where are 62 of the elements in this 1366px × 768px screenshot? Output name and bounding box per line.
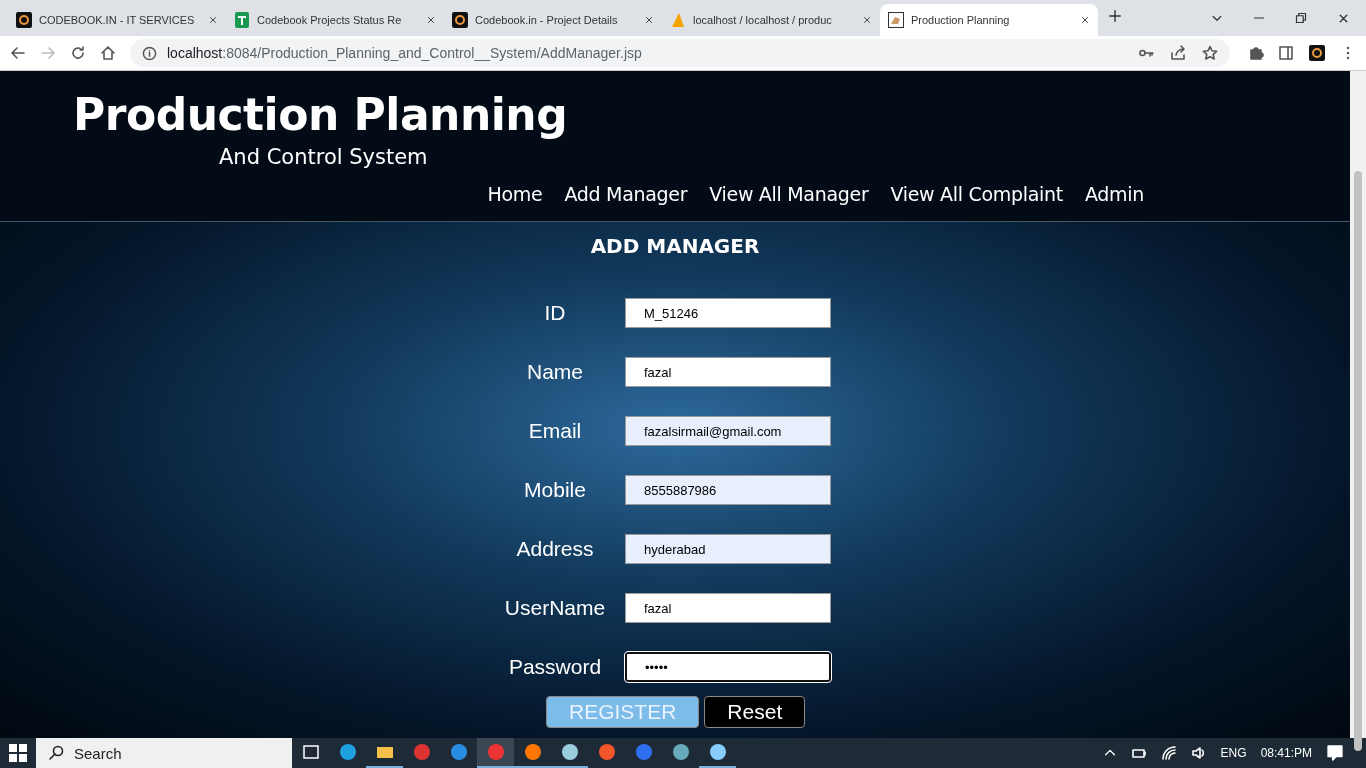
browser-tab[interactable]: Production Planning — [880, 4, 1098, 36]
search-icon — [48, 745, 64, 761]
input-field[interactable]: fazalsirmail@gmail.com — [625, 416, 831, 446]
input-field[interactable]: M_51246 — [625, 298, 831, 328]
favicon-icon — [234, 12, 250, 28]
favicon-icon — [670, 12, 686, 28]
browser-tab[interactable]: Codebook.in - Project Details — [444, 4, 662, 36]
taskbar-app[interactable] — [477, 738, 514, 768]
new-tab-icon[interactable] — [1108, 9, 1122, 23]
nav-link[interactable]: Admin — [1084, 183, 1144, 205]
puzzle-icon[interactable] — [1248, 45, 1264, 61]
input-field[interactable]: ••••• — [625, 652, 831, 682]
volume-icon[interactable] — [1190, 745, 1207, 761]
favicon-icon — [452, 12, 468, 28]
home-icon[interactable] — [100, 45, 116, 61]
star-icon[interactable] — [1202, 45, 1218, 61]
input-field[interactable]: fazal — [625, 357, 831, 387]
nav-link[interactable]: Home — [487, 183, 543, 205]
site-subtitle: And Control System — [219, 144, 429, 171]
form-heading: ADD MANAGER — [590, 234, 760, 258]
browser-tab[interactable]: Codebook Projects Status Re — [226, 4, 444, 36]
wifi-icon[interactable] — [1160, 745, 1177, 761]
taskview-icon — [301, 743, 320, 761]
nav-link[interactable]: View All Manager — [709, 183, 869, 205]
close-tab-icon[interactable] — [1080, 15, 1090, 25]
field-label: Name — [526, 360, 584, 384]
language-indicator[interactable]: ENG — [1220, 746, 1247, 760]
notification-icon[interactable] — [1326, 744, 1344, 762]
browser-tab[interactable]: CODEBOOK.IN - IT SERVICES — [8, 4, 226, 36]
scrollbar-thumb[interactable] — [1354, 171, 1362, 751]
back-icon[interactable] — [10, 45, 26, 61]
close-tab-icon[interactable] — [208, 15, 218, 25]
search-field[interactable]: Search — [36, 738, 292, 768]
field-label: Password — [507, 655, 603, 679]
input-field[interactable]: hyderabad — [625, 534, 831, 564]
info-icon — [142, 45, 157, 61]
favicon-icon — [16, 12, 32, 28]
address-bar[interactable]: localhost:8084/Production_Planning_and_Control__System/AddManager.jsp — [130, 39, 1230, 67]
close-tab-icon[interactable] — [426, 15, 436, 25]
site-title: Production Planning — [73, 88, 569, 142]
restore-icon[interactable] — [1295, 12, 1307, 24]
field-label: UserName — [503, 596, 607, 620]
extension-icon[interactable] — [1308, 45, 1326, 61]
share-icon[interactable] — [1170, 45, 1186, 61]
nav-link[interactable]: Add Manager — [564, 183, 688, 205]
field-label: Address — [515, 537, 595, 561]
field-label: Email — [527, 419, 583, 443]
reload-icon[interactable] — [70, 45, 86, 61]
url-text: localhost:8084/Production_Planning_and_Control__System/AddManager.jsp — [167, 45, 642, 61]
clock[interactable]: 08:41:PM — [1260, 746, 1312, 760]
favicon-icon — [888, 12, 904, 28]
sidebar-icon[interactable] — [1278, 45, 1294, 61]
field-label: ID — [543, 301, 567, 325]
field-label: Mobile — [523, 478, 587, 502]
reset-button[interactable]: Reset — [704, 696, 806, 728]
close-tab-icon[interactable] — [862, 15, 872, 25]
input-field[interactable]: 8555887986 — [625, 475, 831, 505]
windows-icon[interactable] — [9, 744, 27, 762]
close-tab-icon[interactable] — [644, 15, 654, 25]
browser-tab[interactable]: localhost / localhost / produc — [662, 4, 880, 36]
input-field[interactable]: fazal — [625, 593, 831, 623]
nav-link[interactable]: View All Complaint — [890, 183, 1063, 205]
